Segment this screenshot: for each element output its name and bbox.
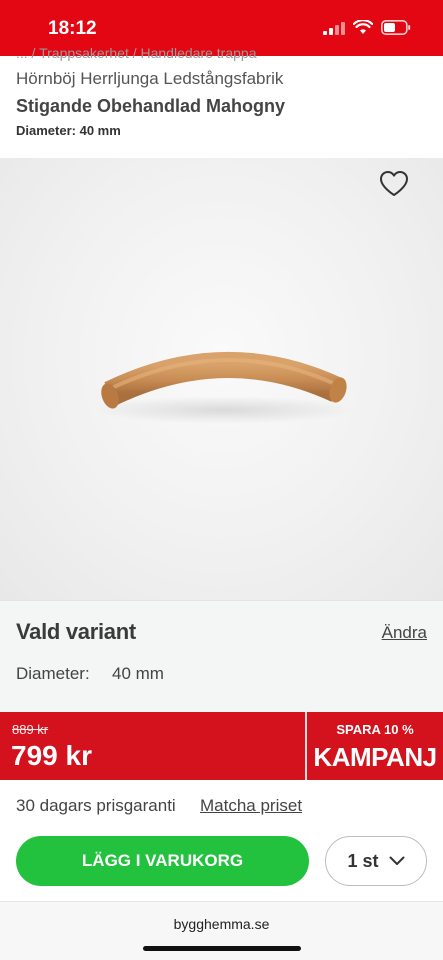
product-spec: Diameter: 40 mm [16, 123, 121, 138]
signal-icon [323, 21, 345, 35]
status-time: 18:12 [48, 18, 97, 39]
save-badge: SPARA 10 % [336, 722, 414, 737]
add-to-cart-button[interactable]: LÄGG I VARUKORG [16, 836, 309, 886]
battery-icon [381, 20, 411, 35]
quantity-select[interactable]: 1 st [325, 836, 427, 886]
variant-diameter-value: 40 mm [112, 664, 164, 683]
variant-heading: Vald variant [16, 619, 136, 644]
product-image[interactable] [0, 158, 443, 600]
variant-diameter-label: Diameter: [16, 664, 90, 683]
old-price: 889 kr [12, 722, 49, 737]
status-icons [323, 20, 411, 35]
match-price-link[interactable]: Matcha priset [200, 796, 302, 816]
selected-variant: Vald variant Ändra Diameter: 40 mm [0, 600, 443, 712]
change-variant-link[interactable]: Ändra [382, 623, 427, 643]
handrail-bend-image [94, 352, 354, 424]
quantity-value: 1 st [347, 850, 379, 871]
spec-label: Diameter: [16, 123, 76, 138]
browser-url-bar[interactable]: bygghemma.se [0, 901, 443, 960]
campaign-badge: KAMPANJ [313, 742, 437, 772]
current-price: 799 kr [11, 740, 92, 771]
breadcrumb[interactable]: ... / Trappsakerhet / Handledare trappa [16, 45, 256, 61]
product-title: Stigande Obehandlad Mahogny [16, 96, 286, 116]
url-text: bygghemma.se [173, 916, 270, 932]
chevron-down-icon [389, 856, 405, 865]
spec-value: 40 mm [79, 123, 121, 138]
wifi-icon [353, 20, 373, 34]
price-bar: 889 kr 799 kr SPARA 10 % KAMPANJ [0, 712, 443, 780]
home-indicator[interactable] [143, 946, 301, 951]
heart-icon[interactable] [379, 170, 409, 198]
product-brand: Hörnböj Herrljunga Ledstångsfabrik [16, 69, 284, 88]
price-guarantee-text: 30 dagars prisgaranti [16, 796, 176, 815]
